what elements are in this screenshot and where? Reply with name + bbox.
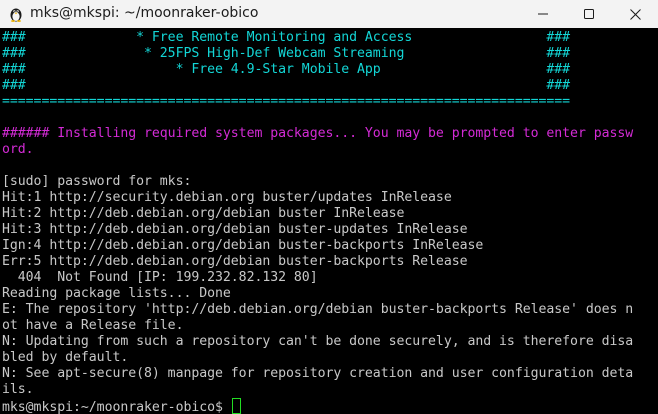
terminal-line: Hit:2 http://deb.debian.org/debian buste… (2, 206, 405, 221)
terminal-line: [sudo] password for mks: (2, 174, 192, 189)
terminal-line: 404 Not Found [IP: 199.232.82.132 80] (2, 270, 318, 285)
terminal-line: ### * Free Remote Monitoring and Access … (2, 30, 571, 45)
terminal-line: ### * 25FPS High-Def Webcam Streaming ##… (2, 46, 571, 61)
terminal-line: ### ### (2, 78, 571, 93)
terminal-line: N: Updating from such a repository can't… (2, 334, 634, 349)
title-bar[interactable]: mks@mkspi: ~/moonraker-obico (0, 0, 658, 28)
terminal-line: bled by default. (2, 350, 129, 365)
terminal-line: Hit:1 http://security.debian.org buster/… (2, 190, 452, 205)
text-cursor (231, 398, 241, 414)
maximize-icon (584, 9, 594, 19)
terminal-line: E: The repository 'http://deb.debian.org… (2, 302, 634, 317)
terminal-line: ========================================… (2, 94, 571, 109)
maximize-button[interactable] (566, 0, 612, 28)
terminal-line: ###### Installing required system packag… (2, 126, 634, 141)
terminal-line: ### * Free 4.9-Star Mobile App ### (2, 62, 571, 77)
minimize-icon (538, 13, 548, 15)
terminal-line: ils. (2, 382, 34, 397)
shell-prompt: mks@mkspi:~/moonraker-obico$ (2, 400, 231, 414)
terminal-line: ot have a Release file. (2, 318, 184, 333)
window-title: mks@mkspi: ~/moonraker-obico (30, 5, 259, 21)
shell-prompt-line[interactable]: mks@mkspi:~/moonraker-obico$ (2, 398, 241, 414)
terminal-output[interactable]: ### * Free Remote Monitoring and Access … (0, 29, 648, 414)
close-button[interactable] (612, 0, 658, 28)
penguin-icon[interactable] (8, 6, 24, 22)
terminal-line: Err:5 http://deb.debian.org/debian buste… (2, 254, 468, 269)
terminal-line: Hit:3 http://deb.debian.org/debian buste… (2, 222, 468, 237)
terminal-scrollbar[interactable] (648, 29, 658, 414)
terminal-line: ord. (2, 142, 34, 157)
terminal-window: mks@mkspi: ~/moonraker-obico ### * Free … (0, 0, 658, 414)
close-icon (629, 8, 641, 20)
terminal-line: Ign:4 http://deb.debian.org/debian buste… (2, 238, 484, 253)
minimize-button[interactable] (520, 0, 566, 28)
terminal-line: N: See apt-secure(8) manpage for reposit… (2, 366, 634, 381)
terminal-line: Reading package lists... Done (2, 286, 231, 301)
